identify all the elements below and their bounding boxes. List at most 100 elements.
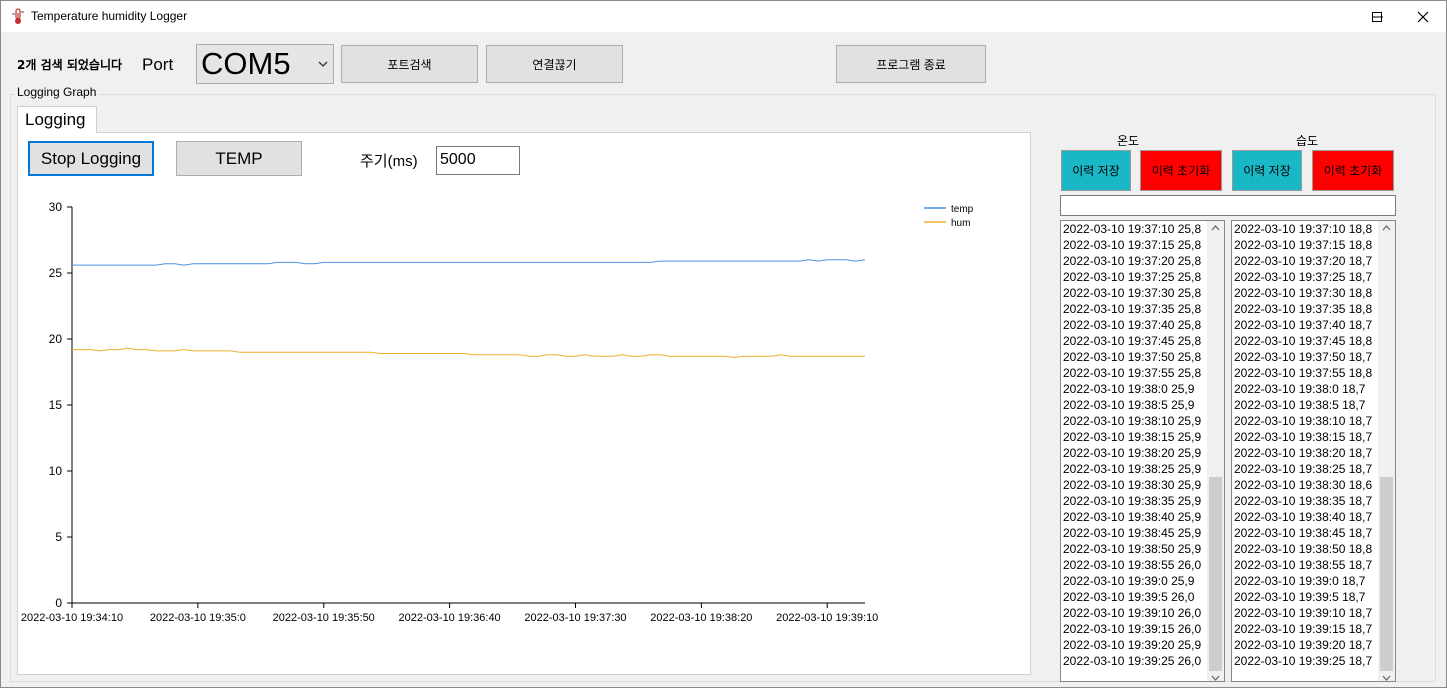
y-tick-label: 15 — [49, 398, 63, 412]
hum-history-row[interactable]: 2022-03-10 19:38:20 18,7 — [1232, 445, 1395, 461]
temp-history-row[interactable]: 2022-03-10 19:38:50 25,9 — [1061, 541, 1224, 557]
temp-history-row[interactable]: 2022-03-10 19:38:25 25,9 — [1061, 461, 1224, 477]
hum-history-row[interactable]: 2022-03-10 19:38:40 18,7 — [1232, 509, 1395, 525]
temp-save-history-button[interactable]: 이력 저장 — [1061, 150, 1131, 191]
temp-history-row[interactable]: 2022-03-10 19:38:40 25,9 — [1061, 509, 1224, 525]
y-tick-label: 30 — [49, 200, 63, 214]
hum-history-row[interactable]: 2022-03-10 19:37:50 18,7 — [1232, 349, 1395, 365]
temp-history-list[interactable]: 2022-03-10 19:37:10 25,8 2022-03-10 19:37… — [1060, 220, 1225, 682]
temp-history-row[interactable]: 2022-03-10 19:37:30 25,8 — [1061, 285, 1224, 301]
temp-history-row[interactable]: 2022-03-10 19:37:15 25,8 — [1061, 237, 1224, 253]
hum-history-row[interactable]: 2022-03-10 19:39:15 18,7 — [1232, 621, 1395, 637]
temp-history-row[interactable]: 2022-03-10 19:39:0 25,9 — [1061, 573, 1224, 589]
hum-history-row[interactable]: 2022-03-10 19:37:35 18,8 — [1232, 301, 1395, 317]
temp-history-row[interactable]: 2022-03-10 19:37:10 25,8 — [1061, 221, 1224, 237]
exit-program-button[interactable]: 프로그램 종료 — [836, 45, 986, 83]
search-port-button[interactable]: 포트검색 — [341, 45, 478, 83]
logging-chart: 0 5 10 15 20 25 30 2022-03-10 19:34:10 2022-03-1… — [21, 200, 974, 624]
close-button[interactable] — [1400, 1, 1446, 32]
temp-history-row[interactable]: 2022-03-10 19:38:5 25,9 — [1061, 397, 1224, 413]
scroll-down-icon[interactable] — [1211, 675, 1220, 681]
hum-history-row[interactable]: 2022-03-10 19:39:25 18,7 — [1232, 653, 1395, 669]
temp-history-row[interactable]: 2022-03-10 19:39:10 26,0 — [1061, 605, 1224, 621]
history-search-input[interactable] — [1060, 195, 1396, 216]
hum-save-history-button[interactable]: 이력 저장 — [1232, 150, 1302, 191]
temp-history-row[interactable]: 2022-03-10 19:37:55 25,8 — [1061, 365, 1224, 381]
x-tick-label: 2022-03-10 19:39:10 — [776, 612, 878, 624]
title-bar[interactable]: Temperature humidity Logger — [1, 1, 1446, 32]
hum-history-row[interactable]: 2022-03-10 19:38:45 18,7 — [1232, 525, 1395, 541]
temp-history-row[interactable]: 2022-03-10 19:38:55 26,0 — [1061, 557, 1224, 573]
x-tick-label: 2022-03-10 19:35:50 — [273, 612, 375, 624]
hum-history-row[interactable]: 2022-03-10 19:37:55 18,8 — [1232, 365, 1395, 381]
temp-history-row[interactable]: 2022-03-10 19:39:20 25,9 — [1061, 637, 1224, 653]
scroll-up-icon[interactable] — [1211, 225, 1220, 231]
hum-history-row[interactable]: 2022-03-10 19:37:15 18,8 — [1232, 237, 1395, 253]
hum-header: 습도 — [1296, 134, 1319, 148]
scroll-down-icon[interactable] — [1382, 675, 1391, 681]
hum-history-row[interactable]: 2022-03-10 19:38:35 18,7 — [1232, 493, 1395, 509]
temp-history-row[interactable]: 2022-03-10 19:37:35 25,8 — [1061, 301, 1224, 317]
chevron-down-icon — [318, 61, 328, 67]
hum-history-row[interactable]: 2022-03-10 19:38:25 18,7 — [1232, 461, 1395, 477]
hum-reset-history-button[interactable]: 이력 초기화 — [1312, 150, 1394, 191]
temp-history-row[interactable]: 2022-03-10 19:38:0 25,9 — [1061, 381, 1224, 397]
temp-list-scrollbar[interactable] — [1207, 221, 1224, 681]
scroll-up-icon[interactable] — [1382, 225, 1391, 231]
hum-history-row[interactable]: 2022-03-10 19:37:30 18,8 — [1232, 285, 1395, 301]
hum-history-row[interactable]: 2022-03-10 19:39:5 18,7 — [1232, 589, 1395, 605]
legend-label-temp: temp — [951, 204, 974, 215]
temp-history-row[interactable]: 2022-03-10 19:38:10 25,9 — [1061, 413, 1224, 429]
hum-history-list[interactable]: 2022-03-10 19:37:10 18,8 2022-03-10 19:37… — [1231, 220, 1396, 682]
tab-logging-label: Logging — [25, 110, 86, 129]
temp-history-row[interactable]: 2022-03-10 19:38:35 25,9 — [1061, 493, 1224, 509]
hum-history-row[interactable]: 2022-03-10 19:37:25 18,7 — [1232, 269, 1395, 285]
hum-history-row[interactable]: 2022-03-10 19:38:50 18,8 — [1232, 541, 1395, 557]
hum-history-row[interactable]: 2022-03-10 19:39:0 18,7 — [1232, 573, 1395, 589]
hum-history-row[interactable]: 2022-03-10 19:37:40 18,7 — [1232, 317, 1395, 333]
hum-history-row[interactable]: 2022-03-10 19:37:20 18,7 — [1232, 253, 1395, 269]
temp-history-row[interactable]: 2022-03-10 19:39:25 26,0 — [1061, 653, 1224, 669]
x-tick-label: 2022-03-10 19:38:20 — [650, 612, 752, 624]
hum-list-scroll-thumb[interactable] — [1380, 477, 1393, 671]
temp-history-row[interactable]: 2022-03-10 19:39:15 26,0 — [1061, 621, 1224, 637]
x-tick-label: 2022-03-10 19:34:10 — [21, 612, 123, 624]
port-select[interactable]: COM5 — [196, 44, 334, 84]
hum-history-row[interactable]: 2022-03-10 19:39:10 18,7 — [1232, 605, 1395, 621]
temp-history-row[interactable]: 2022-03-10 19:37:40 25,8 — [1061, 317, 1224, 333]
y-tick-label: 20 — [49, 332, 63, 346]
hum-history-row[interactable]: 2022-03-10 19:39:20 18,7 — [1232, 637, 1395, 653]
hum-history-row[interactable]: 2022-03-10 19:38:30 18,6 — [1232, 477, 1395, 493]
hum-history-row[interactable]: 2022-03-10 19:38:5 18,7 — [1232, 397, 1395, 413]
temp-list-scroll-thumb[interactable] — [1209, 477, 1222, 671]
tab-logging[interactable]: Logging — [17, 106, 97, 133]
temp-history-row[interactable]: 2022-03-10 19:38:20 25,9 — [1061, 445, 1224, 461]
y-tick-label: 10 — [49, 464, 63, 478]
hum-list-scrollbar[interactable] — [1378, 221, 1395, 681]
temp-history-row[interactable]: 2022-03-10 19:37:20 25,8 — [1061, 253, 1224, 269]
hum-history-row[interactable]: 2022-03-10 19:38:10 18,7 — [1232, 413, 1395, 429]
logging-tab-page: Stop Logging TEMP 주기(ms) 5000 0 5 10 15 20 25… — [17, 132, 1031, 675]
disconnect-button[interactable]: 연결끊기 — [486, 45, 623, 83]
hum-history-row[interactable]: 2022-03-10 19:38:0 18,7 — [1232, 381, 1395, 397]
temp-history-row[interactable]: 2022-03-10 19:38:30 25,9 — [1061, 477, 1224, 493]
temp-history-row[interactable]: 2022-03-10 19:38:45 25,9 — [1061, 525, 1224, 541]
x-tick-label: 2022-03-10 19:35:0 — [150, 612, 246, 624]
hum-history-row[interactable]: 2022-03-10 19:38:15 18,7 — [1232, 429, 1395, 445]
temp-history-row[interactable]: 2022-03-10 19:37:45 25,8 — [1061, 333, 1224, 349]
temp-history-row[interactable]: 2022-03-10 19:38:15 25,9 — [1061, 429, 1224, 445]
port-label: Port — [142, 55, 174, 74]
y-tick-label: 25 — [49, 266, 63, 280]
temp-reset-history-button[interactable]: 이력 초기화 — [1140, 150, 1222, 191]
temp-history-row[interactable]: 2022-03-10 19:37:25 25,8 — [1061, 269, 1224, 285]
temp-history-row[interactable]: 2022-03-10 19:39:5 26,0 — [1061, 589, 1224, 605]
maximize-button[interactable] — [1354, 1, 1400, 32]
maximize-icon — [1372, 11, 1382, 22]
y-tick-label: 5 — [55, 530, 62, 544]
series-line-hum — [72, 347, 865, 359]
logging-graph-title: Logging Graph — [15, 85, 99, 99]
hum-history-row[interactable]: 2022-03-10 19:37:10 18,8 — [1232, 221, 1395, 237]
temp-history-row[interactable]: 2022-03-10 19:37:50 25,8 — [1061, 349, 1224, 365]
hum-history-row[interactable]: 2022-03-10 19:38:55 18,7 — [1232, 557, 1395, 573]
hum-history-row[interactable]: 2022-03-10 19:37:45 18,8 — [1232, 333, 1395, 349]
